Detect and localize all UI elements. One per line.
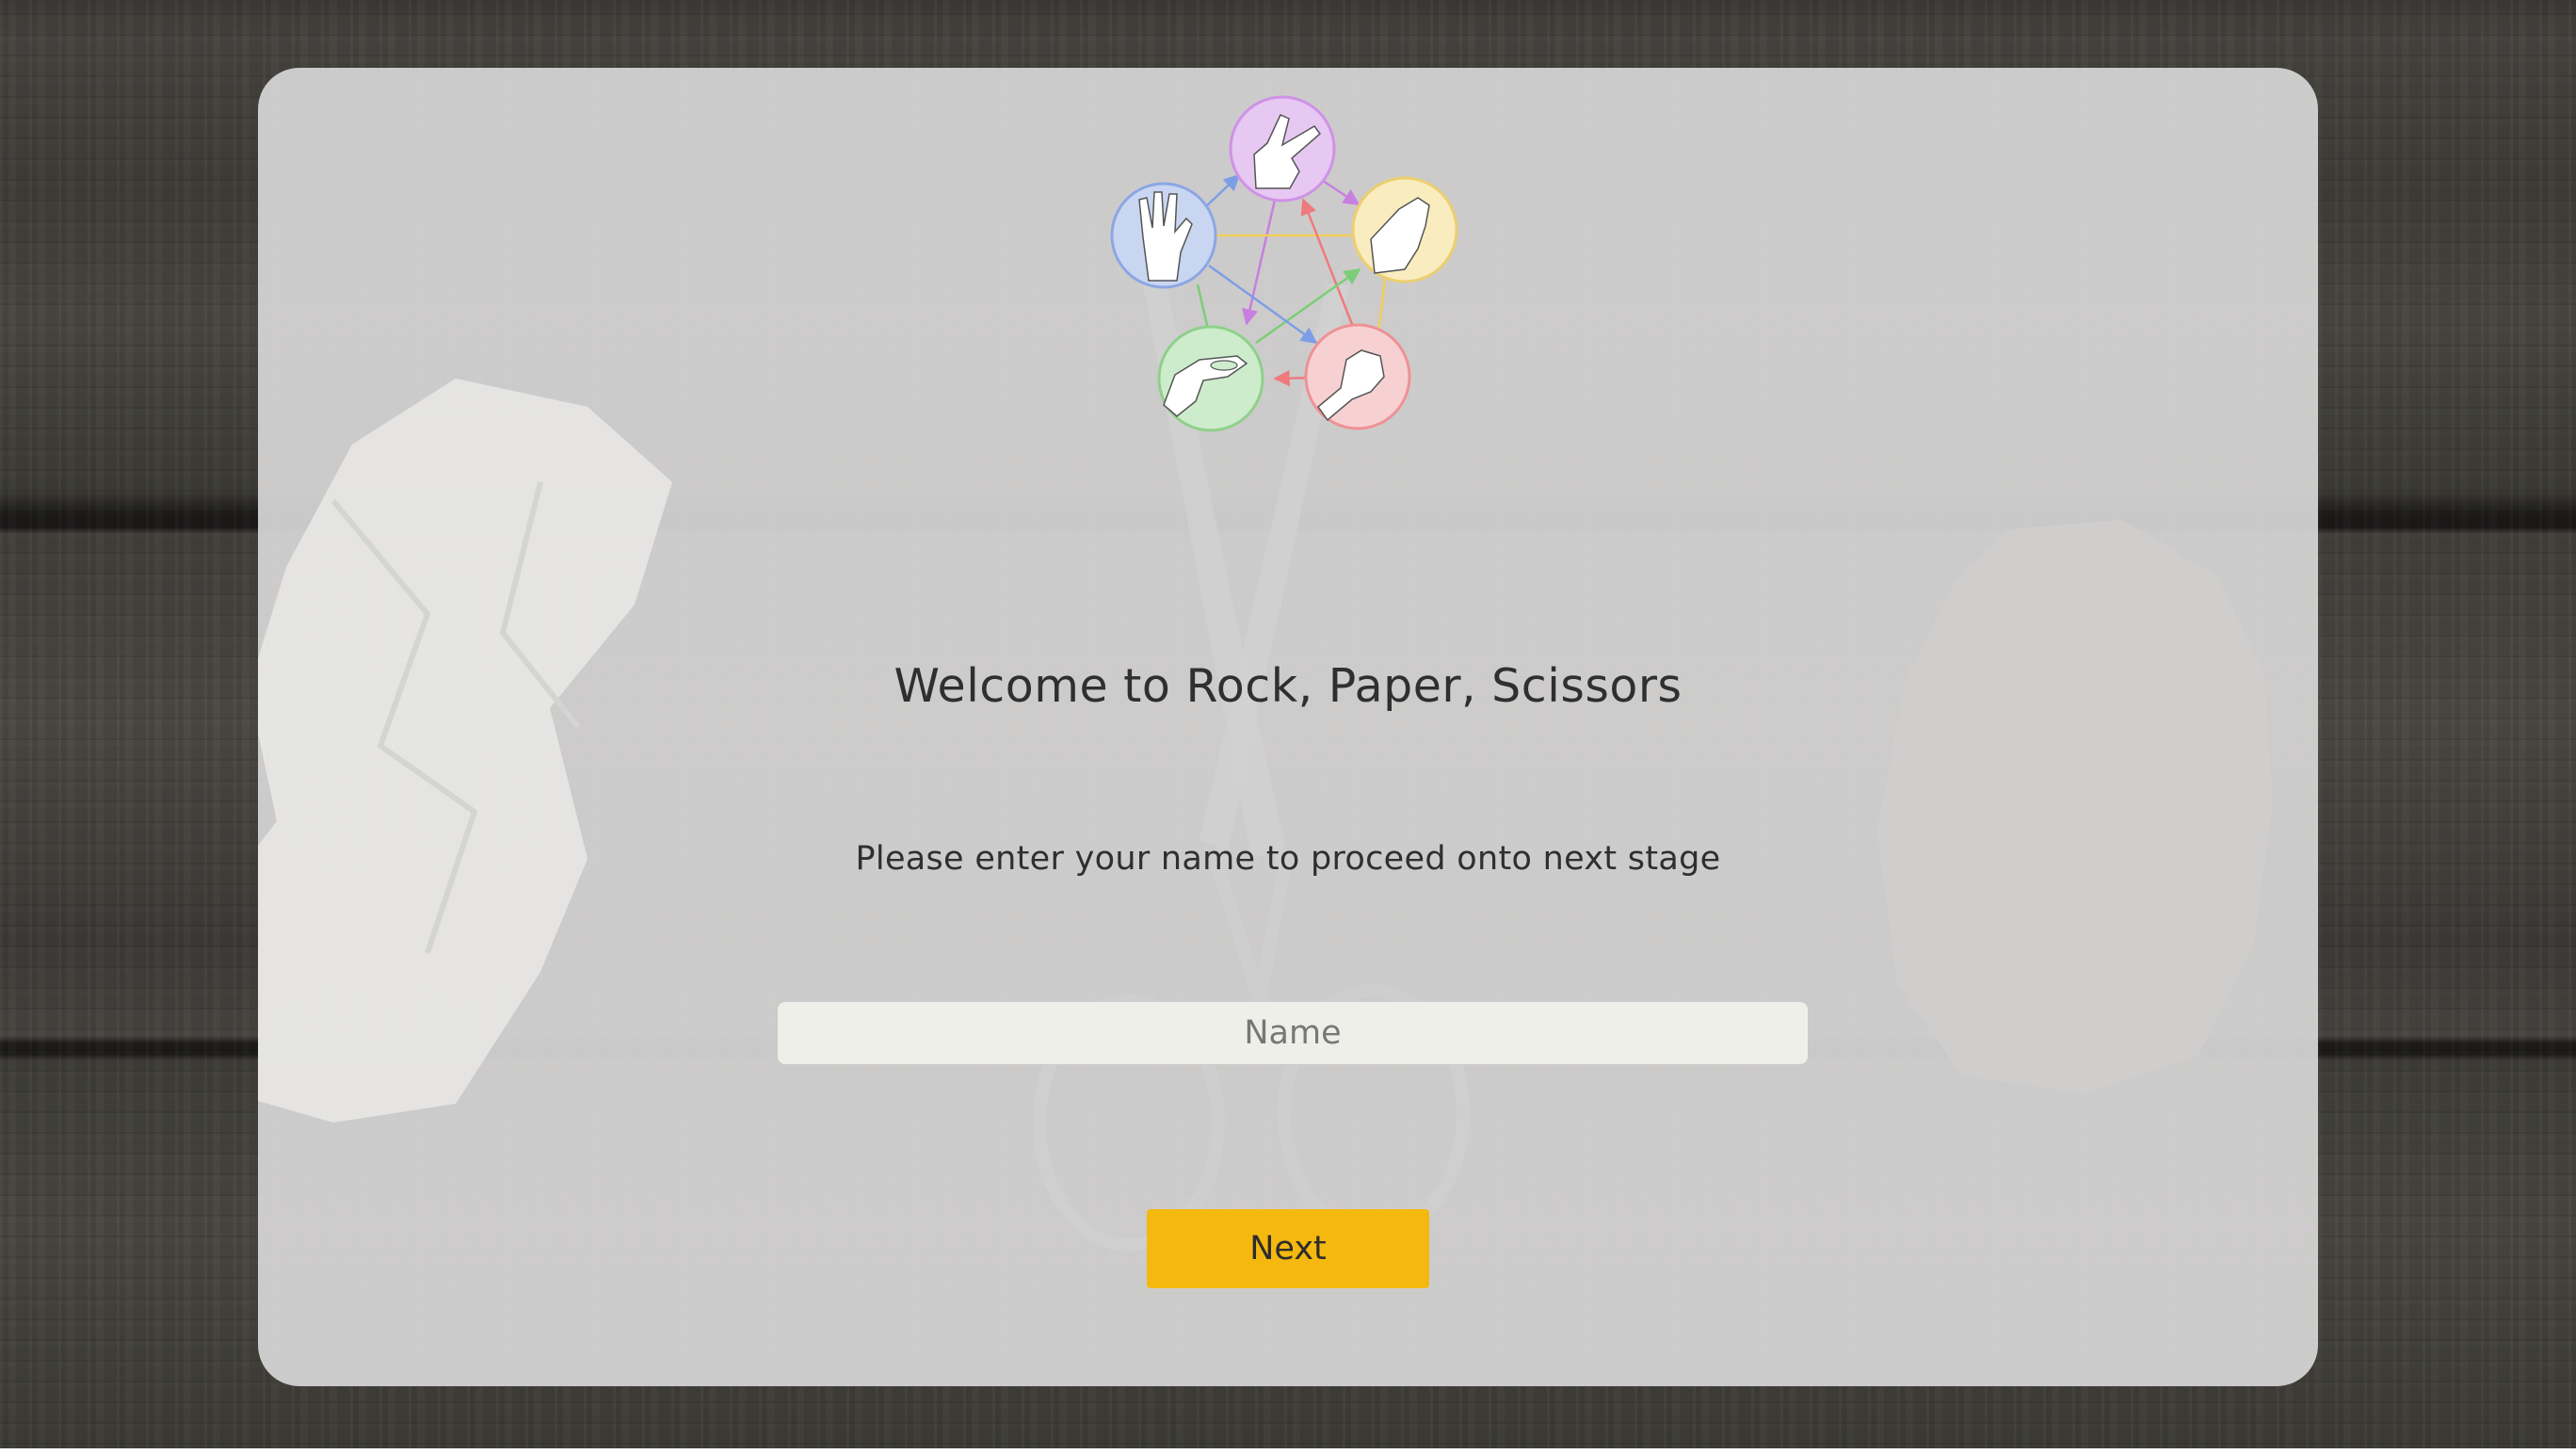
instruction-text: Please enter your name to proceed onto n…: [855, 840, 1721, 878]
name-input[interactable]: [778, 1002, 1808, 1064]
crumpled-paper-illustration: [258, 379, 672, 1123]
spock-hand-icon: [1110, 182, 1217, 289]
welcome-card: Welcome to Rock, Paper, Scissors Please …: [258, 68, 2318, 1386]
app-window: Welcome to Rock, Paper, Scissors Please …: [0, 0, 2576, 1454]
lizard-hand-icon: [1157, 325, 1264, 432]
next-button[interactable]: Next: [1147, 1209, 1429, 1288]
rock-hand-icon: [1304, 323, 1411, 430]
paper-hand-icon: [1351, 176, 1458, 283]
page-title: Welcome to Rock, Paper, Scissors: [894, 659, 1682, 713]
bottom-edge: [0, 1448, 2576, 1454]
rock-illustration: [1877, 520, 2273, 1094]
gesture-diagram-logo: [1110, 95, 1458, 432]
scissors-hand-icon: [1229, 95, 1336, 202]
